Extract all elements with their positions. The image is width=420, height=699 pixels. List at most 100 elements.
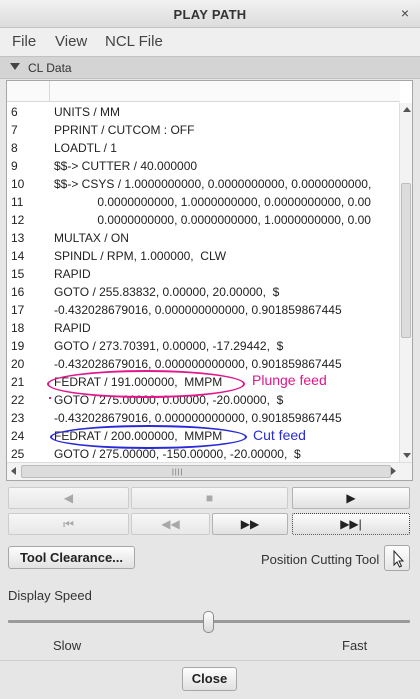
cl-data-row[interactable]: 15 RAPID xyxy=(7,265,400,283)
cl-line-text: -0.432028679016, 0.000000000000, 0.90185… xyxy=(54,411,342,425)
cl-line-number: 23 xyxy=(11,411,25,425)
vertical-scrollbar[interactable] xyxy=(399,103,412,462)
cl-data-row[interactable]: 7 PPRINT / CUTCOM : OFF xyxy=(7,121,400,139)
cut-feed-annotation: Cut feed xyxy=(253,427,306,443)
cl-line-number: 15 xyxy=(11,267,25,281)
cl-line-text: UNITS / MM xyxy=(54,105,120,119)
step-back-button[interactable]: ◀ xyxy=(8,487,129,509)
cl-line-number: 18 xyxy=(11,321,25,335)
cl-line-number: 21 xyxy=(11,375,25,389)
cl-line-number: 12 xyxy=(11,213,25,227)
scroll-down-icon[interactable] xyxy=(403,453,411,458)
cl-data-row[interactable]: 6 UNITS / MM xyxy=(7,103,400,121)
horizontal-scroll-thumb[interactable]: |||| xyxy=(21,465,391,478)
plunge-feed-highlight-oval xyxy=(47,370,245,398)
step-back-icon: ◀ xyxy=(63,491,74,505)
cl-line-number: 25 xyxy=(11,447,25,461)
tool-clearance-button[interactable]: Tool Clearance... xyxy=(8,546,135,569)
plunge-feed-annotation: Plunge feed xyxy=(252,372,327,388)
cl-line-number: 24 xyxy=(11,429,25,443)
stop-button[interactable]: ■ xyxy=(131,487,288,509)
cl-line-number: 20 xyxy=(11,357,25,371)
display-speed-slider-thumb[interactable] xyxy=(203,611,214,633)
cl-data-row[interactable]: 10 $$-> CSYS / 1.0000000000, 0.0000000000… xyxy=(7,175,400,193)
cl-line-text: GOTO / 273.70391, 0.00000, -17.29442, $ xyxy=(54,339,284,353)
footer-divider xyxy=(0,660,420,661)
cl-line-text: SPINDL / RPM, 1.000000, CLW xyxy=(54,249,227,263)
cl-line-text: -0.432028679016, 0.000000000000, 0.90185… xyxy=(54,303,342,317)
cl-line-text: $$-> CSYS / 1.0000000000, 0.0000000000, … xyxy=(54,177,372,191)
cl-data-row[interactable]: 14 SPINDL / RPM, 1.000000, CLW xyxy=(7,247,400,265)
cl-data-row[interactable]: 19 GOTO / 273.70391, 0.00000, -17.29442, … xyxy=(7,337,400,355)
cl-data-row[interactable]: 9 $$-> CUTTER / 40.000000 xyxy=(7,157,400,175)
cl-data-row[interactable]: 17 -0.432028679016, 0.000000000000, 0.901… xyxy=(7,301,400,319)
fast-label: Fast xyxy=(342,638,368,653)
cl-line-text: RAPID xyxy=(54,267,91,281)
cl-data-list[interactable]: 6 UNITS / MM 7 PPRINT / CUTCOM : OFF 8 LOADTL… xyxy=(6,80,413,481)
cl-line-number: 10 xyxy=(11,177,25,191)
cl-line-text: 0.0000000000, 1.0000000000, 0.0000000000… xyxy=(54,195,371,209)
cl-line-number: 16 xyxy=(11,285,25,299)
forward-to-end-button[interactable]: ▶▶| xyxy=(292,513,410,535)
window-title: PLAY PATH xyxy=(173,7,247,22)
rewind-to-start-button[interactable]: ⏮ xyxy=(8,513,129,535)
cl-data-row[interactable]: 25 GOTO / 275.00000, -150.00000, -20.0000… xyxy=(7,445,400,463)
stop-icon: ■ xyxy=(205,491,214,505)
play-icon: ▶ xyxy=(346,491,356,505)
cl-data-row[interactable]: 23 -0.432028679016, 0.000000000000, 0.901… xyxy=(7,409,400,427)
cl-line-number: 9 xyxy=(11,159,18,173)
collapse-triangle-icon[interactable] xyxy=(10,63,20,70)
list-header xyxy=(7,81,400,102)
cl-data-row[interactable]: 8 LOADTL / 1 xyxy=(7,139,400,157)
cl-data-row[interactable]: 20 -0.432028679016, 0.000000000000, 0.901… xyxy=(7,355,400,373)
rewind-icon: ◀◀ xyxy=(161,517,180,531)
close-icon[interactable]: × xyxy=(396,4,414,22)
cl-line-text: GOTO / 255.83832, 0.00000, 20.00000, $ xyxy=(54,285,280,299)
title-bar: PLAY PATH × xyxy=(0,0,420,28)
cl-line-number: 14 xyxy=(11,249,25,263)
vertical-scroll-thumb[interactable] xyxy=(401,183,411,338)
menu-view[interactable]: View xyxy=(55,33,87,50)
cl-line-text: MULTAX / ON xyxy=(54,231,129,245)
cl-line-number: 22 xyxy=(11,393,25,407)
cl-line-number: 6 xyxy=(11,105,18,119)
forward-to-end-icon: ▶▶| xyxy=(340,517,362,531)
rewind-button[interactable]: ◀◀ xyxy=(131,513,210,535)
cl-line-number: 13 xyxy=(11,231,25,245)
cl-data-rows[interactable]: 6 UNITS / MM 7 PPRINT / CUTCOM : OFF 8 LOADTL… xyxy=(7,103,400,463)
annotation-dot xyxy=(49,397,51,399)
scroll-grip-icon: |||| xyxy=(172,469,184,476)
scroll-right-icon[interactable] xyxy=(391,467,396,475)
cl-data-row[interactable]: 12 0.0000000000, 0.0000000000, 1.0000000… xyxy=(7,211,400,229)
cut-feed-highlight-oval xyxy=(50,425,247,449)
menu-file[interactable]: File xyxy=(12,33,36,50)
position-cutting-tool-button[interactable] xyxy=(384,545,410,571)
cl-line-text: LOADTL / 1 xyxy=(54,141,117,155)
scroll-left-icon[interactable] xyxy=(11,467,16,475)
cl-line-text: 0.0000000000, 0.0000000000, 1.0000000000… xyxy=(54,213,371,227)
scroll-up-icon[interactable] xyxy=(403,107,411,112)
cl-data-row[interactable]: 11 0.0000000000, 1.0000000000, 0.0000000… xyxy=(7,193,400,211)
play-button[interactable]: ▶ xyxy=(292,487,410,509)
horizontal-scrollbar[interactable]: |||| xyxy=(7,462,412,480)
cl-data-section-header[interactable]: CL Data xyxy=(0,56,420,79)
column-divider[interactable] xyxy=(49,81,50,102)
cl-data-section-label: CL Data xyxy=(28,61,72,75)
cl-line-text: RAPID xyxy=(54,321,91,335)
menu-ncl-file[interactable]: NCL File xyxy=(105,33,163,50)
cl-line-number: 19 xyxy=(11,339,25,353)
fast-forward-button[interactable]: ▶▶ xyxy=(212,513,288,535)
close-button[interactable]: Close xyxy=(182,667,237,691)
slow-label: Slow xyxy=(53,638,82,653)
cl-data-row[interactable]: 18 RAPID xyxy=(7,319,400,337)
cl-data-row[interactable]: 16 GOTO / 255.83832, 0.00000, 20.00000, $ xyxy=(7,283,400,301)
cl-line-text: -0.432028679016, 0.000000000000, 0.90185… xyxy=(54,357,342,371)
cl-data-row[interactable]: 13 MULTAX / ON xyxy=(7,229,400,247)
menu-bar: File View NCL File xyxy=(0,28,420,56)
cl-line-number: 7 xyxy=(11,123,18,137)
cl-line-text: $$-> CUTTER / 40.000000 xyxy=(54,159,198,173)
position-cutting-tool-label: Position Cutting Tool xyxy=(261,552,380,567)
cl-line-text: PPRINT / CUTCOM : OFF xyxy=(54,123,195,137)
arrow-cursor-icon xyxy=(393,549,405,568)
display-speed-label: Display Speed xyxy=(8,588,92,603)
